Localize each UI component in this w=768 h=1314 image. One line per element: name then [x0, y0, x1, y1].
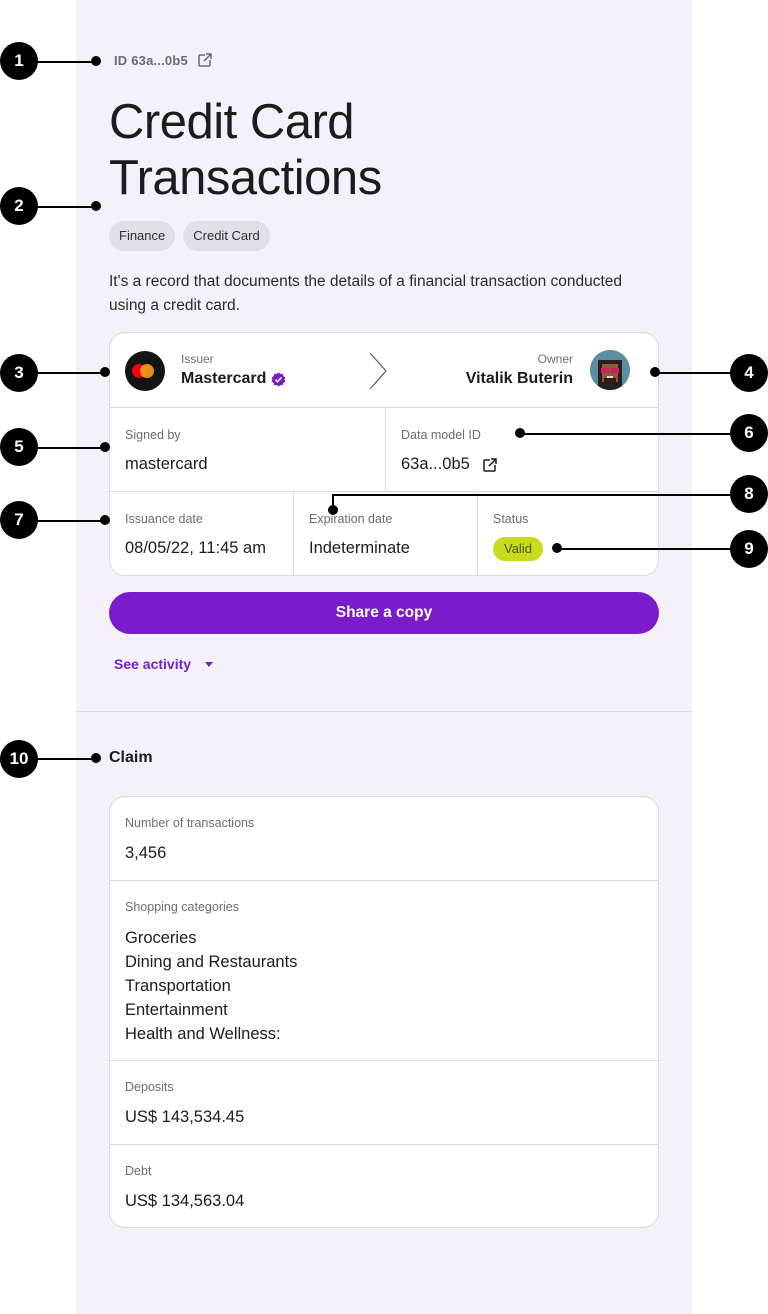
avatar[interactable] — [590, 350, 630, 390]
tag-list: Finance Credit Card — [109, 221, 270, 251]
claim-card: Number of transactions 3,456 Shopping ca… — [109, 796, 659, 1228]
annotation-dot-7 — [100, 515, 110, 525]
share-copy-button[interactable]: Share a copy — [109, 592, 659, 634]
tag-credit-card[interactable]: Credit Card — [183, 221, 270, 251]
annotation-marker-9: 9 — [730, 530, 768, 568]
expiration-label: Expiration date — [309, 512, 393, 526]
expiration-cell: Expiration date Indeterminate — [293, 492, 477, 575]
annotation-dot-10 — [91, 753, 101, 763]
categories-list: Groceries Dining and Restaurants Transpo… — [125, 926, 297, 1046]
expiration-value: Indeterminate — [309, 539, 410, 557]
credential-id-text: ID 63a...0b5 — [114, 52, 188, 68]
debt-label: Debt — [125, 1164, 152, 1178]
page: ID 63a...0b5 Credit Card Transactions Fi… — [0, 0, 768, 1314]
caret-down-icon — [205, 661, 214, 667]
deposits-label: Deposits — [125, 1080, 174, 1094]
debt-value: US$ 134,563.04 — [125, 1192, 245, 1210]
data-model-value[interactable]: 63a...0b5 — [401, 455, 498, 474]
signed-by-label: Signed by — [125, 428, 181, 442]
annotation-marker-7: 7 — [0, 501, 38, 539]
signed-by-cell: Signed by mastercard — [110, 408, 385, 491]
annotation-dot-8 — [328, 505, 338, 515]
avatar-image — [590, 350, 630, 390]
issuance-cell: Issuance date 08/05/22, 11:45 am — [110, 492, 293, 575]
status-cell: Status Valid — [477, 492, 658, 575]
annotation-dot-3 — [100, 367, 110, 377]
annotation-marker-5: 5 — [0, 428, 38, 466]
deposits-value: US$ 143,534.45 — [125, 1108, 245, 1126]
issuer-label: Issuer — [181, 352, 214, 366]
verified-badge-icon — [272, 371, 286, 387]
annotation-line-9 — [557, 548, 750, 550]
external-link-icon[interactable] — [197, 52, 213, 68]
data-model-cell: Data model ID 63a...0b5 — [385, 408, 658, 491]
data-model-label: Data model ID — [401, 428, 481, 442]
annotation-marker-1: 1 — [0, 42, 38, 80]
status-badge: Valid — [493, 537, 543, 561]
transactions-label: Number of transactions — [125, 816, 255, 830]
claim-row-transactions: Number of transactions 3,456 — [110, 797, 658, 881]
external-link-icon[interactable] — [482, 456, 498, 473]
page-title: Credit Card Transactions — [109, 95, 382, 205]
claim-row-deposits: Deposits US$ 143,534.45 — [110, 1061, 658, 1145]
issuer-name-text: Mastercard — [181, 370, 267, 387]
signed-by-value: mastercard — [125, 455, 208, 473]
annotation-dot-9 — [552, 543, 562, 553]
annotation-line-8 — [333, 494, 750, 496]
annotation-dot-2 — [91, 201, 101, 211]
annotation-dot-5 — [100, 442, 110, 452]
annotation-marker-2: 2 — [0, 187, 38, 225]
issuer-owner-row: Issuer Mastercard Owner Vitalik Buterin — [110, 333, 658, 408]
credential-id[interactable]: ID 63a...0b5 — [114, 52, 213, 68]
annotation-marker-4: 4 — [730, 354, 768, 392]
list-item: Transportation — [125, 977, 231, 995]
claim-row-categories: Shopping categories Groceries Dining and… — [110, 881, 658, 1061]
annotation-dot-4 — [650, 367, 660, 377]
annotation-marker-10: 10 — [0, 740, 38, 778]
list-item: Entertainment — [125, 1001, 228, 1019]
annotation-line-6 — [520, 433, 750, 435]
transactions-value: 3,456 — [125, 844, 167, 862]
see-activity-toggle[interactable]: See activity — [114, 656, 214, 672]
signer-model-row: Signed by mastercard Data model ID 63a..… — [110, 408, 658, 492]
chevron-right-icon — [369, 352, 387, 390]
mastercard-logo-icon — [125, 351, 165, 391]
list-item: Dining and Restaurants — [125, 953, 298, 971]
owner-label: Owner — [537, 352, 573, 366]
credential-card: Issuer Mastercard Owner Vitalik Buterin — [109, 332, 659, 576]
issuance-value: 08/05/22, 11:45 am — [125, 539, 266, 557]
categories-label: Shopping categories — [125, 900, 239, 914]
owner-name: Vitalik Buterin — [465, 370, 573, 387]
data-model-id: 63a...0b5 — [401, 455, 470, 473]
issuance-label: Issuance date — [125, 512, 203, 526]
list-item: Groceries — [125, 929, 197, 947]
list-item: Health and Wellness: — [125, 1025, 281, 1043]
claim-row-debt: Debt US$ 134,563.04 — [110, 1145, 658, 1227]
annotation-dot-6 — [515, 428, 525, 438]
section-divider — [76, 711, 692, 712]
annotation-marker-3: 3 — [0, 354, 38, 392]
see-activity-label: See activity — [114, 656, 192, 672]
dates-status-row: Issuance date 08/05/22, 11:45 am Expirat… — [110, 492, 658, 575]
tag-finance[interactable]: Finance — [109, 221, 176, 251]
annotation-marker-6: 6 — [730, 414, 768, 452]
annotation-marker-8: 8 — [730, 475, 768, 513]
claim-heading: Claim — [109, 749, 153, 766]
status-label: Status — [493, 512, 529, 526]
annotation-dot-1 — [91, 56, 101, 66]
issuer-name: Mastercard — [181, 370, 286, 388]
description: It's a record that documents the details… — [109, 273, 623, 314]
